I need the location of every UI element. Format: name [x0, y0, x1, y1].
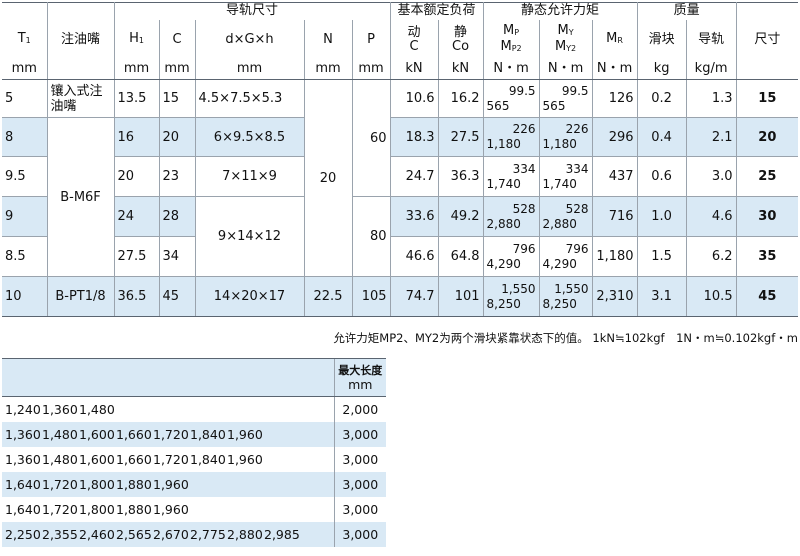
table-row: 9 24 28 9×14×12 80 33.6 49.2 528 2,880 52…	[2, 196, 799, 277]
length-row: 1,640 1,720 1,800 1,880 1,960 3,000	[2, 471, 387, 497]
t1-header: T1	[2, 19, 48, 60]
unit-kn: kN	[438, 59, 484, 80]
p-merged-60: 60	[352, 79, 391, 197]
static-moment-header: 静态允许力矩	[483, 2, 638, 20]
nipple-merged: B-M6F	[47, 117, 115, 277]
p-header: P	[352, 19, 391, 60]
table-row: 8.5 27.5 34 46.6 64.8 796 4,290 796 4,290 …	[2, 236, 799, 277]
h1-header: H1	[114, 19, 160, 60]
block-header: 滑块	[637, 19, 687, 60]
n-merged: 20	[304, 79, 353, 277]
unit-nm: N・m	[592, 59, 638, 80]
unit-kn: kN	[390, 59, 439, 80]
length-table: 最大长度 mm 1,240 1,360 1,480 2,000 1,360 1,480…	[2, 358, 387, 547]
unit-mm: mm	[195, 59, 305, 80]
size-header: 尺寸	[754, 31, 781, 47]
static-header: 静 Co	[438, 19, 484, 60]
dgh-merged: 9×14×12	[195, 196, 305, 277]
unit-kgm: kg/m	[686, 59, 737, 80]
table-row: 9.5 20 23 7×11×9 24.7 36.3 334 1,740 334 1…	[2, 156, 799, 197]
spec-table: 导轨尺寸 基本额定负荷 静态允许力矩 质量 T1 注油嘴 H1 C d×G×h …	[2, 2, 799, 317]
mass-header: 质量	[637, 2, 737, 20]
basic-rated-load-header: 基本额定负荷	[390, 2, 484, 20]
mr-header: MR	[592, 19, 638, 60]
table-row: 5 镶入式注油嘴 13.5 15 4.5×7.5×5.3 20 60 10.6 …	[2, 79, 799, 277]
mp-header: MP MP2	[483, 19, 540, 60]
unit-kg: kg	[637, 59, 687, 80]
my-header: MY MY2	[539, 19, 593, 60]
unit-mm: mm	[159, 59, 196, 80]
c-header: C	[159, 19, 196, 60]
n-header: N	[304, 19, 353, 60]
unit-mm: mm	[2, 59, 48, 80]
table-row: 8 B-M6F 16 20 6×9.5×8.5 18.3 27.5 226 1,1…	[2, 117, 799, 277]
length-row: 1,360 1,480 1,600 1,660 1,720 1,840 1,960 3,…	[2, 421, 387, 447]
length-row: 2,250 2,355 2,460 2,565 2,670 2,775 2,880 2,9…	[2, 521, 387, 547]
grease-nipple-header: 注油嘴	[47, 19, 115, 60]
unit-nm: N・m	[483, 59, 540, 80]
dynamic-header: 动C	[390, 19, 439, 60]
p-merged-80: 80	[352, 196, 391, 277]
unit-nm: N・m	[539, 59, 593, 80]
unit-mm: mm	[114, 59, 160, 80]
length-row: 1,240 1,360 1,480 2,000	[2, 396, 387, 422]
max-length-header: 最大长度 mm	[333, 358, 387, 397]
unit-mm: mm	[304, 59, 353, 80]
unit-mm: mm	[352, 59, 391, 80]
rail-header: 导轨	[686, 19, 737, 60]
length-row: 1,640 1,720 1,800 1,880 1,960 3,000	[2, 496, 387, 522]
rail-dimensions-header: 导轨尺寸	[114, 2, 391, 20]
length-row: 1,360 1,480 1,600 1,660 1,720 1,840 1,960 3,…	[2, 446, 387, 472]
dgh-header: d×G×h	[195, 19, 305, 60]
footnote: 允许力矩MP2、MY2为两个滑块紧靠状态下的值。 1kN≒102kgf 1N・m…	[333, 331, 798, 345]
table-row: 10 B-PT1/8 36.5 45 14×20×17 22.5 105 74.…	[2, 276, 799, 317]
